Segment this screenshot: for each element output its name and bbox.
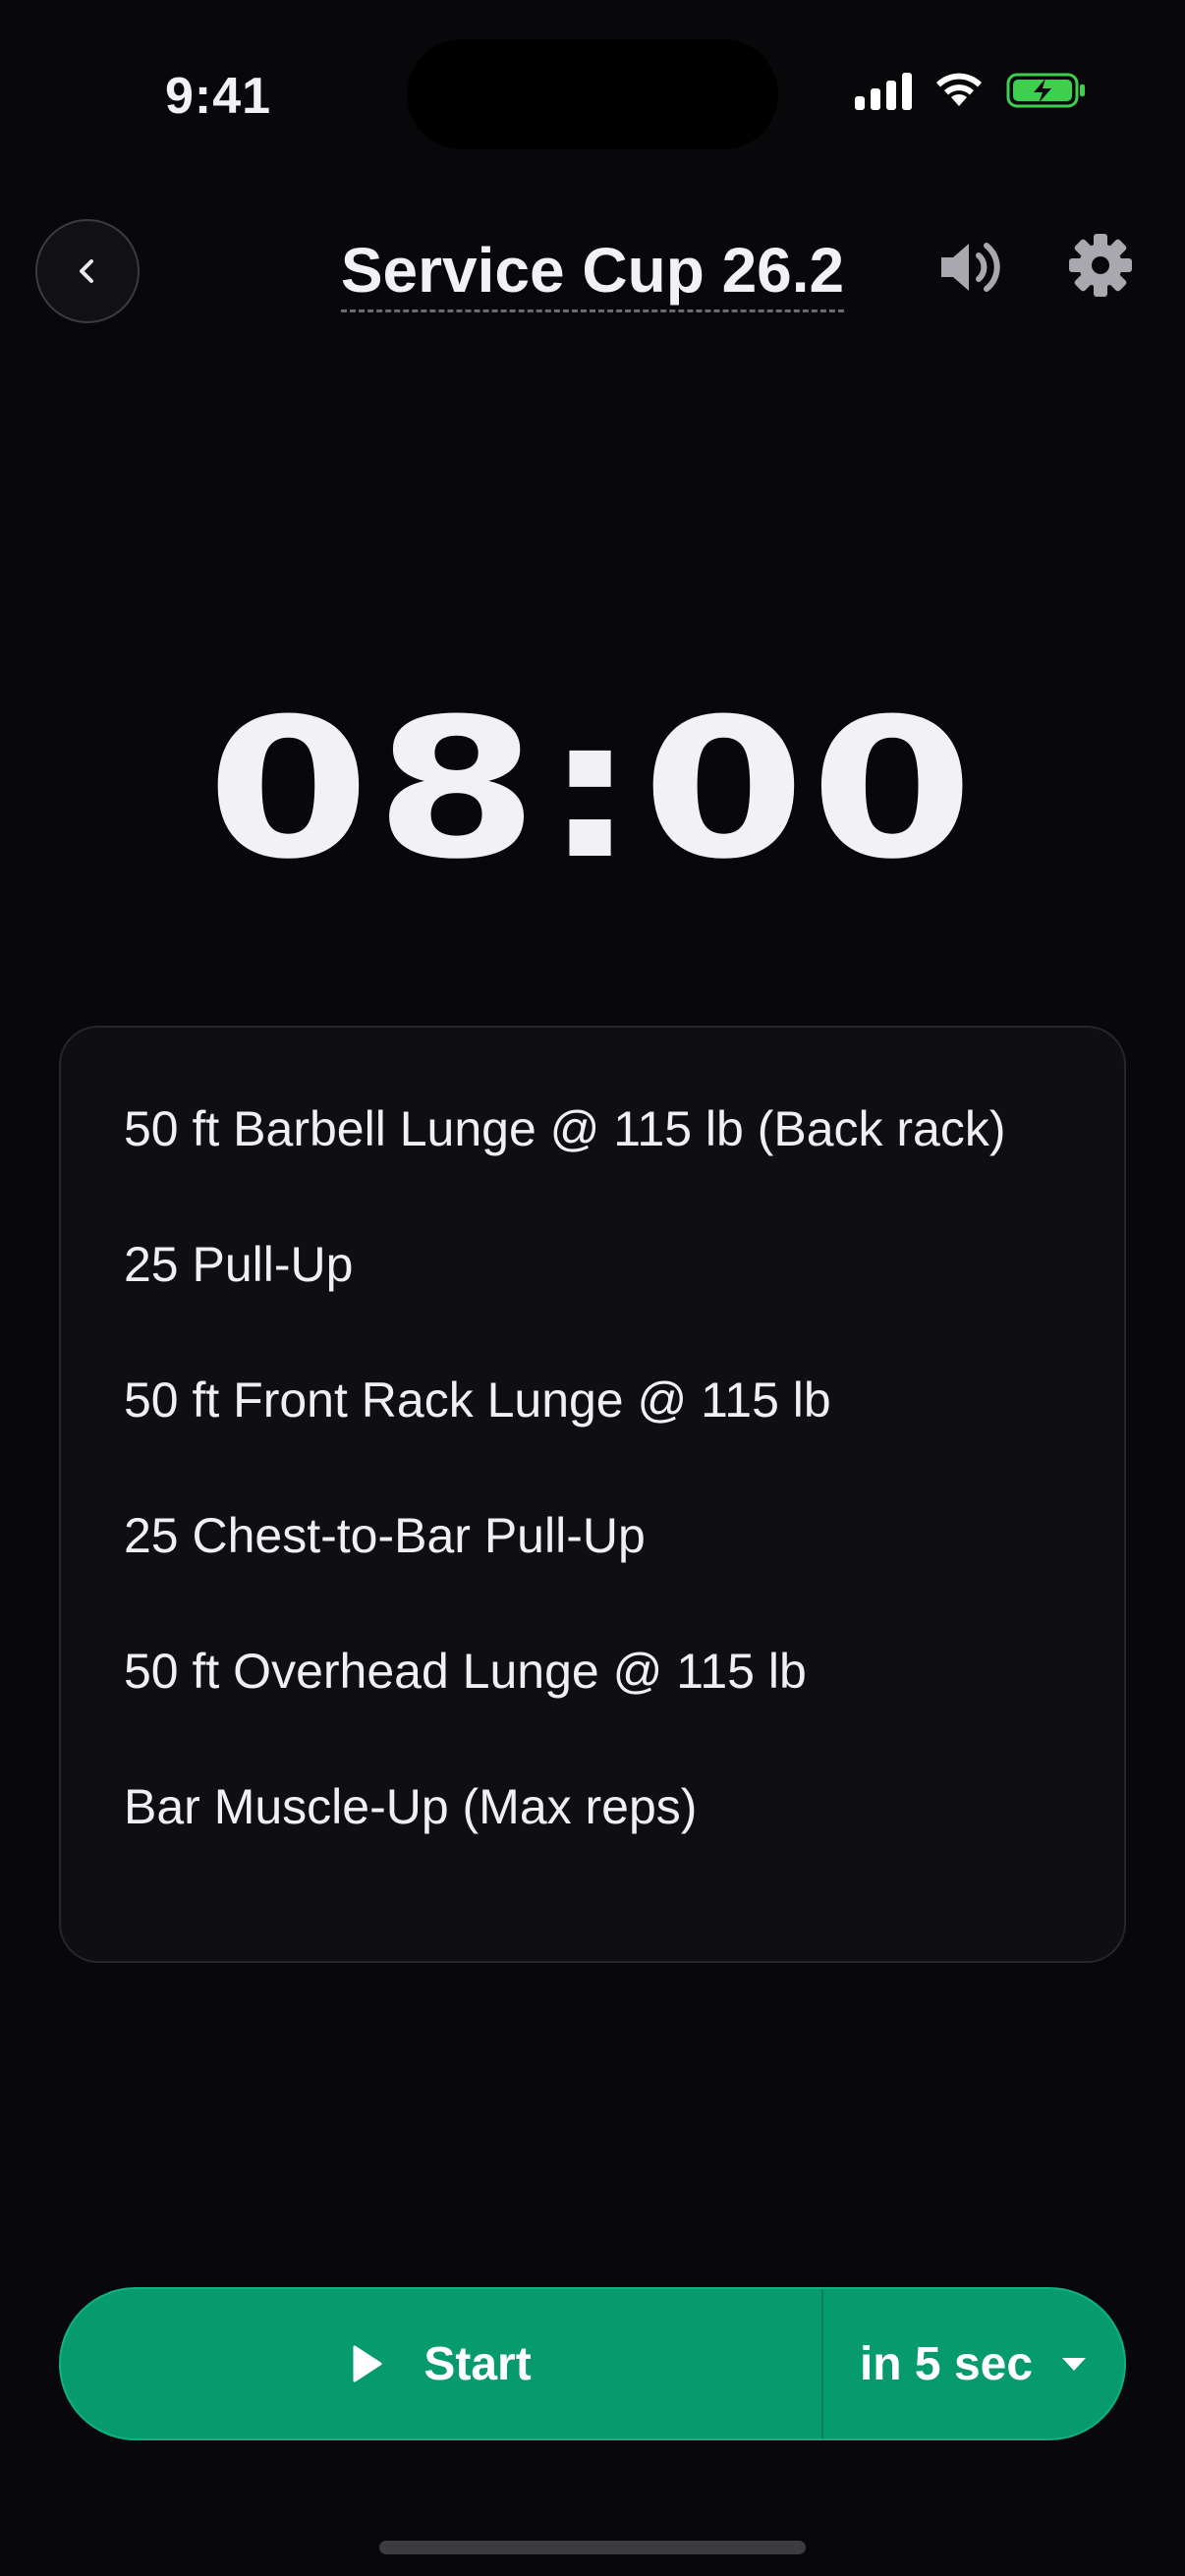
status-time: 9:41: [165, 68, 272, 125]
start-control: Start in 5 sec: [59, 2287, 1126, 2440]
speaker-icon[interactable]: [935, 232, 1006, 303]
dynamic-island: [407, 39, 778, 149]
workout-item: Bar Muscle-Up (Max reps): [124, 1779, 698, 1834]
wifi-icon: [936, 73, 982, 106]
workout-item: 25 Pull-Up: [124, 1237, 354, 1292]
page-title-text[interactable]: Service Cup 26.2: [340, 235, 845, 312]
start-button[interactable]: Start: [61, 2289, 823, 2438]
signal-icon: [855, 71, 912, 110]
workout-card: 50 ft Barbell Lunge @ 115 lb (Back rack)…: [59, 1026, 1126, 1963]
timer-display: 08:00: [206, 678, 979, 902]
gear-icon[interactable]: [1067, 232, 1134, 299]
workout-list: 50 ft Barbell Lunge @ 115 lb (Back rack)…: [124, 1091, 1061, 1845]
status-icons: [855, 71, 1087, 110]
caret-down-icon: [1062, 2358, 1087, 2371]
battery-charging-icon: [1006, 73, 1085, 108]
workout-item: 50 ft Barbell Lunge @ 115 lb (Back rack): [124, 1101, 1006, 1156]
start-label: Start: [423, 2337, 532, 2390]
delay-label: in 5 sec: [859, 2337, 1034, 2390]
workout-item: 50 ft Overhead Lunge @ 115 lb: [124, 1644, 807, 1699]
home-indicator: [379, 2541, 806, 2554]
workout-item: 50 ft Front Rack Lunge @ 115 lb: [124, 1372, 831, 1428]
play-icon: [353, 2345, 382, 2382]
page-title[interactable]: Service Cup 26.2: [0, 234, 1185, 312]
workout-item: 25 Chest-to-Bar Pull-Up: [124, 1508, 646, 1563]
delay-dropdown[interactable]: in 5 sec: [823, 2289, 1124, 2438]
